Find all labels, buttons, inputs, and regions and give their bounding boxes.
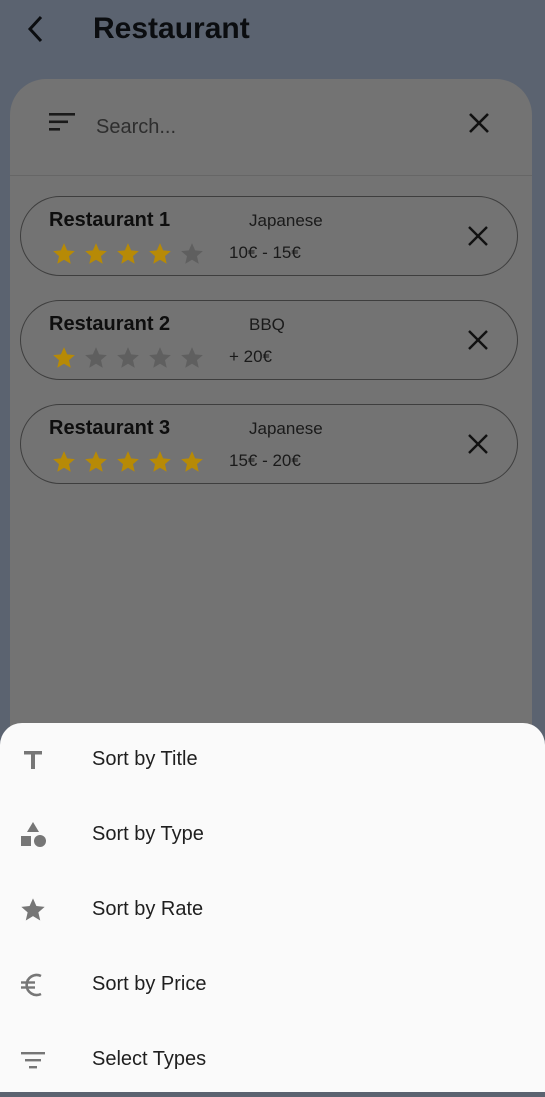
sort-by-type-item[interactable]: Sort by Type bbox=[0, 798, 545, 872]
restaurant-card[interactable]: Restaurant 1 Japanese 10€ - 15€ bbox=[20, 196, 518, 276]
star-icon bbox=[18, 895, 48, 925]
star-empty-icon bbox=[181, 243, 203, 264]
back-button[interactable] bbox=[18, 10, 52, 48]
star-filled-icon bbox=[85, 451, 107, 472]
restaurant-type: Japanese bbox=[249, 419, 323, 438]
restaurant-name: Restaurant 3 bbox=[49, 417, 171, 439]
rating-stars bbox=[51, 241, 211, 267]
star-filled-icon bbox=[117, 243, 139, 264]
star-filled-icon bbox=[149, 243, 171, 264]
restaurant-price: + 20€ bbox=[229, 347, 273, 366]
restaurant-panel: Restaurant 1 Japanese 10€ - 15€ Restaura… bbox=[10, 79, 532, 799]
restaurant-price: 10€ - 15€ bbox=[229, 243, 301, 262]
sort-by-rate-item[interactable]: Sort by Rate bbox=[0, 873, 545, 947]
restaurant-type: Japanese bbox=[249, 211, 323, 230]
star-filled-icon bbox=[53, 243, 75, 264]
sheet-item-label: Sort by Price bbox=[92, 973, 207, 995]
star-empty-icon bbox=[85, 347, 107, 368]
restaurant-card[interactable]: Restaurant 3 Japanese 15€ - 20€ bbox=[20, 404, 518, 484]
search-input[interactable] bbox=[94, 109, 438, 145]
rating-stars bbox=[51, 345, 211, 371]
filter-icon bbox=[18, 1045, 48, 1075]
sort-bottom-sheet: Sort by Title Sort by Type Sort by Rate … bbox=[0, 723, 545, 1092]
star-empty-icon bbox=[181, 347, 203, 368]
clear-search-icon[interactable] bbox=[465, 109, 493, 137]
sheet-item-label: Sort by Type bbox=[92, 823, 204, 845]
star-filled-icon bbox=[117, 451, 139, 472]
star-filled-icon bbox=[149, 451, 171, 472]
restaurant-name: Restaurant 2 bbox=[49, 313, 171, 335]
rating-stars bbox=[51, 449, 211, 475]
star-empty-icon bbox=[149, 347, 171, 368]
star-filled-icon bbox=[85, 243, 107, 264]
category-icon bbox=[18, 820, 48, 850]
remove-restaurant-icon[interactable] bbox=[467, 433, 489, 455]
restaurant-name: Restaurant 1 bbox=[49, 209, 171, 231]
restaurant-price: 15€ - 20€ bbox=[229, 451, 301, 470]
page-title: Restaurant bbox=[93, 12, 250, 45]
star-filled-icon bbox=[53, 451, 75, 472]
star-filled-icon bbox=[53, 347, 75, 368]
restaurant-card[interactable]: Restaurant 2 BBQ + 20€ bbox=[20, 300, 518, 380]
search-bar bbox=[10, 79, 532, 176]
back-arrow-icon bbox=[27, 15, 43, 43]
restaurant-type: BBQ bbox=[249, 315, 285, 334]
remove-restaurant-icon[interactable] bbox=[467, 225, 489, 247]
app-bar: Restaurant bbox=[0, 0, 545, 62]
select-types-item[interactable]: Select Types bbox=[0, 1023, 545, 1097]
sheet-item-label: Sort by Title bbox=[92, 748, 198, 770]
sheet-item-label: Sort by Rate bbox=[92, 898, 204, 920]
remove-restaurant-icon[interactable] bbox=[467, 329, 489, 351]
title-icon bbox=[18, 745, 48, 775]
sort-by-price-item[interactable]: Sort by Price bbox=[0, 948, 545, 1022]
sort-by-title-item[interactable]: Sort by Title bbox=[0, 723, 545, 797]
star-empty-icon bbox=[117, 347, 139, 368]
star-filled-icon bbox=[181, 451, 203, 472]
sort-icon[interactable] bbox=[48, 111, 76, 133]
euro-icon bbox=[18, 970, 48, 1000]
sheet-item-label: Select Types bbox=[92, 1048, 207, 1070]
